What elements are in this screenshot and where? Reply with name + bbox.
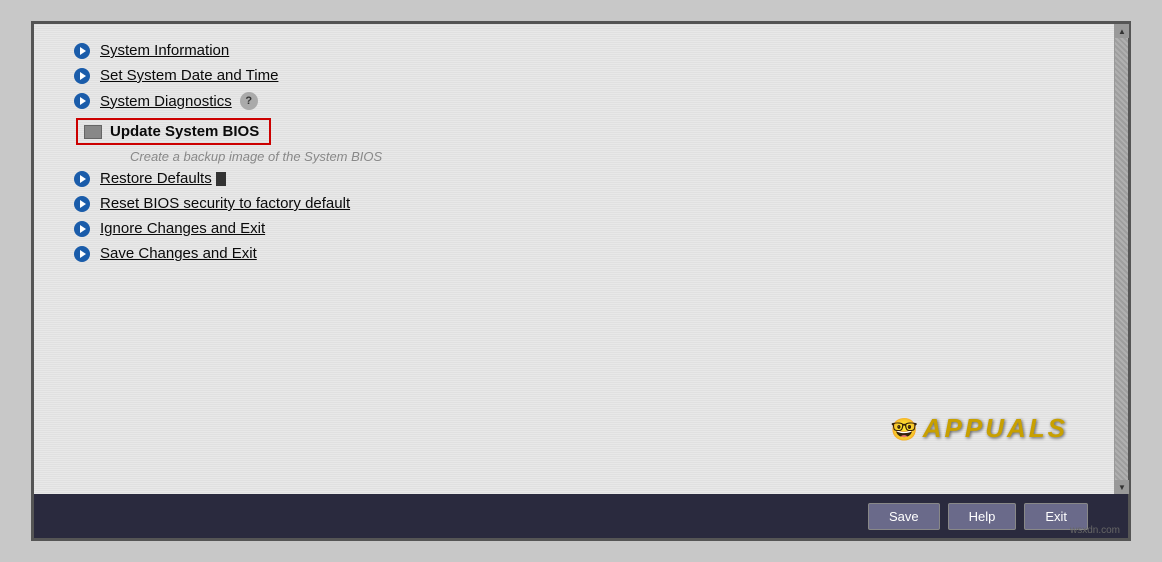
menu-item-restore-defaults[interactable]: Restore Defaults xyxy=(74,170,1088,187)
appuals-text: APPUALS xyxy=(923,413,1068,443)
save-changes-label: Save Changes and Exit xyxy=(100,245,257,262)
reset-bios-label: Reset BIOS security to factory default xyxy=(100,195,350,212)
bullet-icon xyxy=(74,196,90,212)
bullet-icon xyxy=(74,221,90,237)
scrollbar-track[interactable] xyxy=(1115,38,1128,480)
bullet-icon xyxy=(74,68,90,84)
help-button[interactable]: Help xyxy=(948,503,1017,530)
scrollbar[interactable]: ▲ ▼ xyxy=(1114,24,1128,494)
appuals-logo: 🤓 APPUALS xyxy=(891,413,1068,444)
ignore-changes-label: Ignore Changes and Exit xyxy=(100,220,265,237)
menu-item-system-information[interactable]: System Information xyxy=(74,42,1088,59)
bullet-icon xyxy=(74,246,90,262)
watermark: wsxdn.com xyxy=(1070,525,1120,536)
bullet-icon xyxy=(74,171,90,187)
bottom-toolbar: Save Help Exit xyxy=(34,494,1128,538)
update-bios-label: Update System BIOS xyxy=(110,123,259,140)
help-icon[interactable]: ? xyxy=(240,92,258,110)
bios-drive-icon xyxy=(84,125,102,139)
backup-text-label: Create a backup image of the System BIOS xyxy=(130,149,382,164)
bios-main-area: System Information Set System Date and T… xyxy=(34,24,1128,494)
menu-item-set-date-time[interactable]: Set System Date and Time xyxy=(74,67,1088,84)
restore-defaults-label: Restore Defaults xyxy=(100,170,212,187)
system-diagnostics-label: System Diagnostics xyxy=(100,93,232,110)
menu-item-save-changes[interactable]: Save Changes and Exit xyxy=(74,245,1088,262)
menu-item-update-bios[interactable]: Update System BIOS xyxy=(74,118,1088,145)
menu-item-ignore-changes[interactable]: Ignore Changes and Exit xyxy=(74,220,1088,237)
bullet-icon xyxy=(74,93,90,109)
bios-screen: System Information Set System Date and T… xyxy=(31,21,1131,541)
menu-item-reset-bios[interactable]: Reset BIOS security to factory default xyxy=(74,195,1088,212)
bullet-icon xyxy=(74,43,90,59)
appuals-mascot-icon: 🤓 xyxy=(891,417,918,442)
menu-item-system-diagnostics[interactable]: System Diagnostics ? xyxy=(74,92,1088,110)
backup-subtext: Create a backup image of the System BIOS xyxy=(130,149,1088,164)
cursor xyxy=(216,172,226,186)
scroll-up-arrow[interactable]: ▲ xyxy=(1115,24,1129,38)
scroll-down-arrow[interactable]: ▼ xyxy=(1115,480,1129,494)
system-information-label: System Information xyxy=(100,42,229,59)
update-bios-box[interactable]: Update System BIOS xyxy=(76,118,271,145)
set-date-time-label: Set System Date and Time xyxy=(100,67,278,84)
save-button[interactable]: Save xyxy=(868,503,940,530)
